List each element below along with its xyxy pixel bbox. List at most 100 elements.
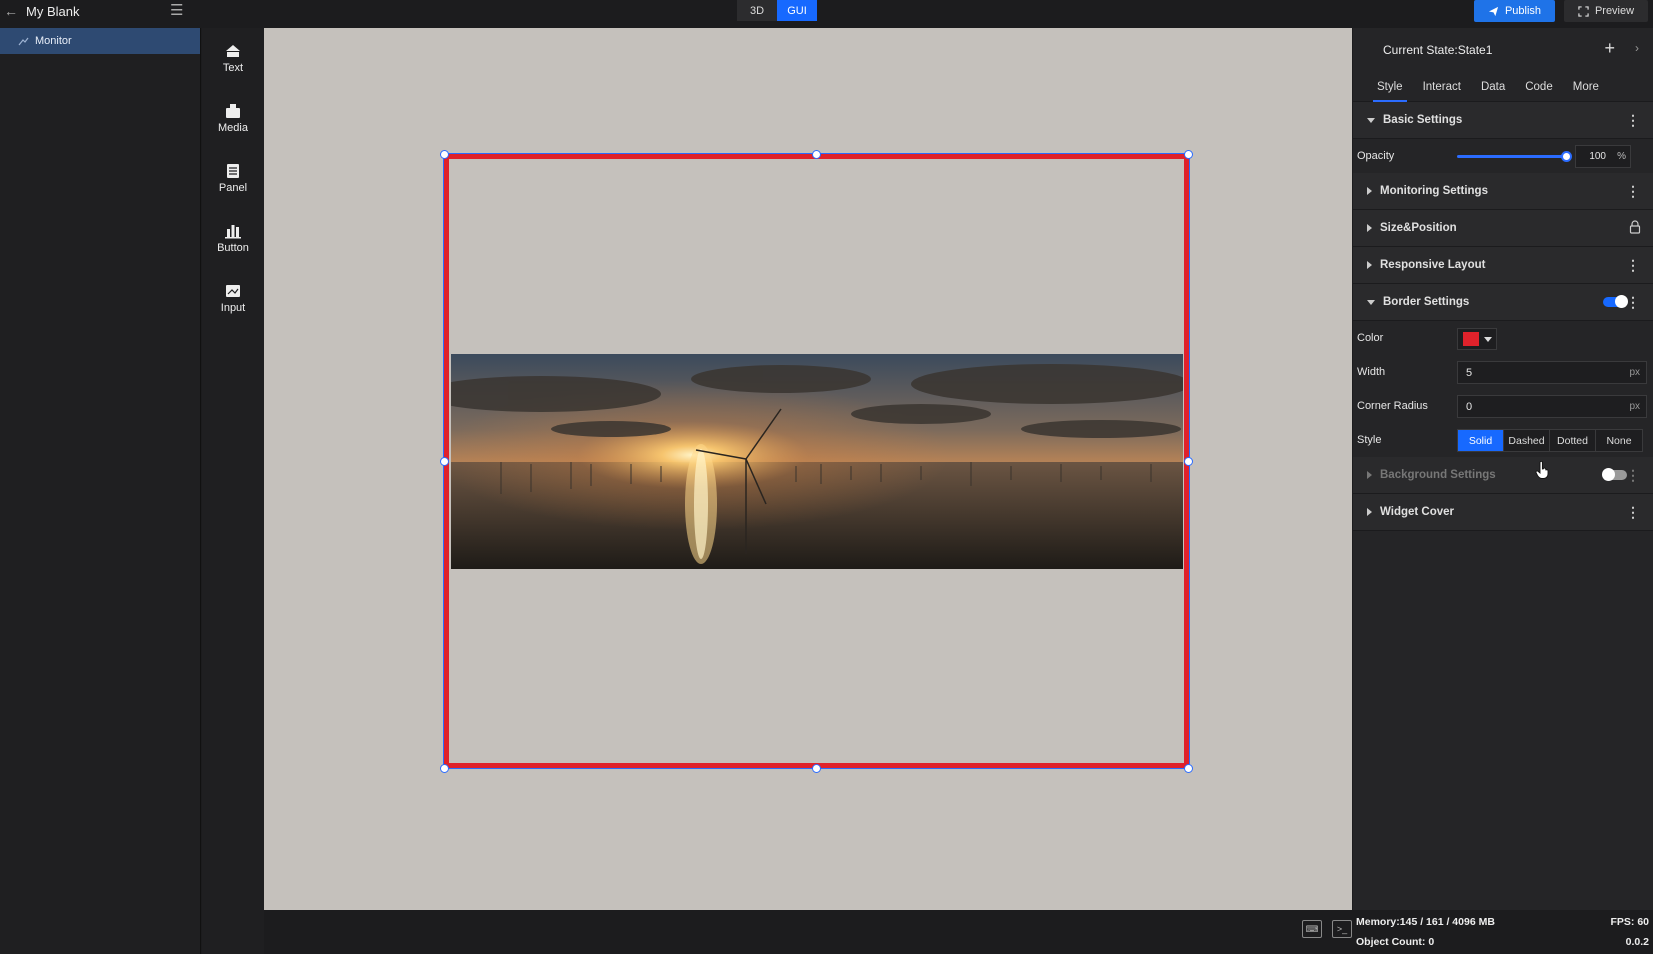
state-header: Current State:State1 + ›	[1353, 28, 1653, 72]
preview-label: Preview	[1594, 5, 1635, 17]
opacity-slider[interactable]	[1457, 151, 1572, 162]
corner-radius-label: Corner Radius	[1357, 400, 1428, 412]
lock-icon[interactable]	[1629, 220, 1641, 234]
back-arrow-icon[interactable]: ←	[0, 0, 22, 22]
border-color-label: Color	[1357, 332, 1384, 344]
performance-stats: Memory:145 / 161 / 4096 MB FPS: 60 Objec…	[1353, 910, 1653, 954]
keyboard-icon[interactable]: ⌨	[1302, 920, 1322, 938]
border-width-input[interactable]: 5 px	[1457, 361, 1647, 384]
background-toggle[interactable]	[1602, 468, 1627, 481]
section-responsive-layout[interactable]: Responsive Layout ⋮	[1353, 247, 1653, 284]
section-size-position[interactable]: Size&Position	[1353, 210, 1653, 247]
style-none-button[interactable]: None	[1596, 430, 1642, 451]
more-options-icon[interactable]: ⋮	[1626, 295, 1640, 309]
send-icon	[1488, 6, 1499, 16]
chevron-right-icon[interactable]: ›	[1635, 41, 1639, 55]
media-widget-icon	[226, 103, 240, 118]
tab-interact[interactable]: Interact	[1413, 72, 1471, 101]
add-state-icon[interactable]: +	[1604, 38, 1615, 59]
opacity-row: Opacity 100 %	[1353, 139, 1653, 173]
style-dotted-button[interactable]: Dotted	[1550, 430, 1596, 451]
resize-handle-bottom[interactable]	[812, 764, 821, 773]
widget-media[interactable]: Media	[202, 88, 264, 148]
more-options-icon[interactable]: ⋮	[1626, 468, 1640, 482]
project-name: My Blank	[26, 3, 80, 19]
tree-item-monitor[interactable]: Monitor	[0, 28, 200, 54]
caret-down-icon	[1484, 336, 1492, 342]
border-toggle[interactable]	[1603, 295, 1628, 308]
resize-handle-top-right[interactable]	[1184, 150, 1193, 159]
section-monitoring-settings[interactable]: Monitoring Settings ⋮	[1353, 173, 1653, 210]
collapsed-triangle-icon	[1367, 224, 1372, 232]
mode-3d-button[interactable]: 3D	[737, 0, 777, 21]
more-options-icon[interactable]: ⋮	[1626, 258, 1640, 272]
button-widget-icon	[225, 224, 241, 238]
more-options-icon[interactable]: ⋮	[1626, 113, 1640, 127]
tree-item-label: Monitor	[35, 35, 72, 47]
mode-gui-button[interactable]: GUI	[777, 0, 817, 21]
monitor-node-icon	[18, 37, 29, 45]
resize-handle-right[interactable]	[1184, 457, 1193, 466]
preview-button[interactable]: Preview	[1564, 0, 1648, 22]
section-widget-cover[interactable]: Widget Cover ⋮	[1353, 494, 1653, 531]
style-dashed-button[interactable]: Dashed	[1504, 430, 1550, 451]
style-solid-button[interactable]: Solid	[1458, 430, 1504, 451]
border-width-value: 5	[1466, 366, 1473, 379]
publish-label: Publish	[1504, 5, 1542, 17]
layer-tree-panel: Monitor	[0, 28, 201, 954]
border-style-label: Style	[1357, 434, 1382, 446]
text-widget-icon	[226, 44, 240, 57]
memory-stat: Memory:145 / 161 / 4096 MB	[1356, 916, 1495, 928]
panel-widget-icon	[227, 163, 239, 178]
toggle-knob	[1602, 468, 1615, 481]
tab-data[interactable]: Data	[1471, 72, 1515, 101]
collapsed-triangle-icon	[1367, 187, 1372, 195]
border-color-row: Color	[1353, 321, 1653, 355]
section-title: Widget Cover	[1380, 506, 1455, 518]
resize-handle-bottom-left[interactable]	[440, 764, 449, 773]
section-border-settings[interactable]: Border Settings ⋮	[1353, 284, 1653, 321]
border-color-picker[interactable]	[1457, 328, 1497, 350]
current-state-label: Current State:State1	[1383, 43, 1493, 57]
section-title: Monitoring Settings	[1380, 185, 1488, 197]
widget-text[interactable]: Text	[202, 28, 264, 88]
section-background-settings[interactable]: Background Settings ⋮	[1353, 457, 1653, 494]
fullscreen-icon	[1578, 5, 1589, 17]
more-options-icon[interactable]: ⋮	[1626, 505, 1640, 519]
property-tabs: Style Interact Data Code More	[1353, 72, 1653, 102]
properties-panel: Current State:State1 + › Style Interact …	[1353, 28, 1653, 910]
widget-input-label: Input	[220, 301, 246, 314]
widget-panel[interactable]: Panel	[202, 148, 264, 208]
input-widget-icon	[226, 284, 240, 297]
corner-radius-row: Corner Radius 0 px	[1353, 389, 1653, 423]
fps-stat: FPS: 60	[1610, 916, 1649, 928]
resize-handle-top-left[interactable]	[440, 150, 449, 159]
widget-button[interactable]: Button	[202, 208, 264, 268]
more-options-icon[interactable]: ⋮	[1626, 184, 1640, 198]
opacity-unit: %	[1617, 151, 1626, 162]
terminal-icon[interactable]: >_	[1332, 920, 1352, 938]
widget-panel-label: Panel	[218, 181, 248, 194]
widget-input[interactable]: Input	[202, 268, 264, 328]
resize-handle-left[interactable]	[440, 457, 449, 466]
collapsed-triangle-icon	[1367, 508, 1372, 516]
hamburger-menu-icon[interactable]: ☰	[170, 3, 183, 18]
section-basic-settings[interactable]: Basic Settings ⋮	[1353, 102, 1653, 139]
section-title: Basic Settings	[1383, 114, 1463, 126]
monitor-widget-frame[interactable]	[443, 153, 1190, 769]
corner-radius-input[interactable]: 0 px	[1457, 395, 1647, 418]
opacity-slider-handle[interactable]	[1561, 151, 1572, 162]
object-count-stat: Object Count: 0	[1356, 936, 1435, 948]
resize-handle-bottom-right[interactable]	[1184, 764, 1193, 773]
tab-style[interactable]: Style	[1367, 72, 1413, 102]
widget-media-label: Media	[218, 121, 248, 134]
mode-switch: 3D GUI	[737, 0, 817, 21]
border-width-unit: px	[1629, 367, 1640, 378]
tab-more[interactable]: More	[1563, 72, 1609, 101]
publish-button[interactable]: Publish	[1474, 0, 1555, 22]
border-width-label: Width	[1357, 366, 1386, 378]
tab-code[interactable]: Code	[1515, 72, 1563, 101]
opacity-input[interactable]: 100 %	[1575, 145, 1631, 168]
resize-handle-top[interactable]	[812, 150, 821, 159]
border-style-row: Style Solid Dashed Dotted None	[1353, 423, 1653, 457]
